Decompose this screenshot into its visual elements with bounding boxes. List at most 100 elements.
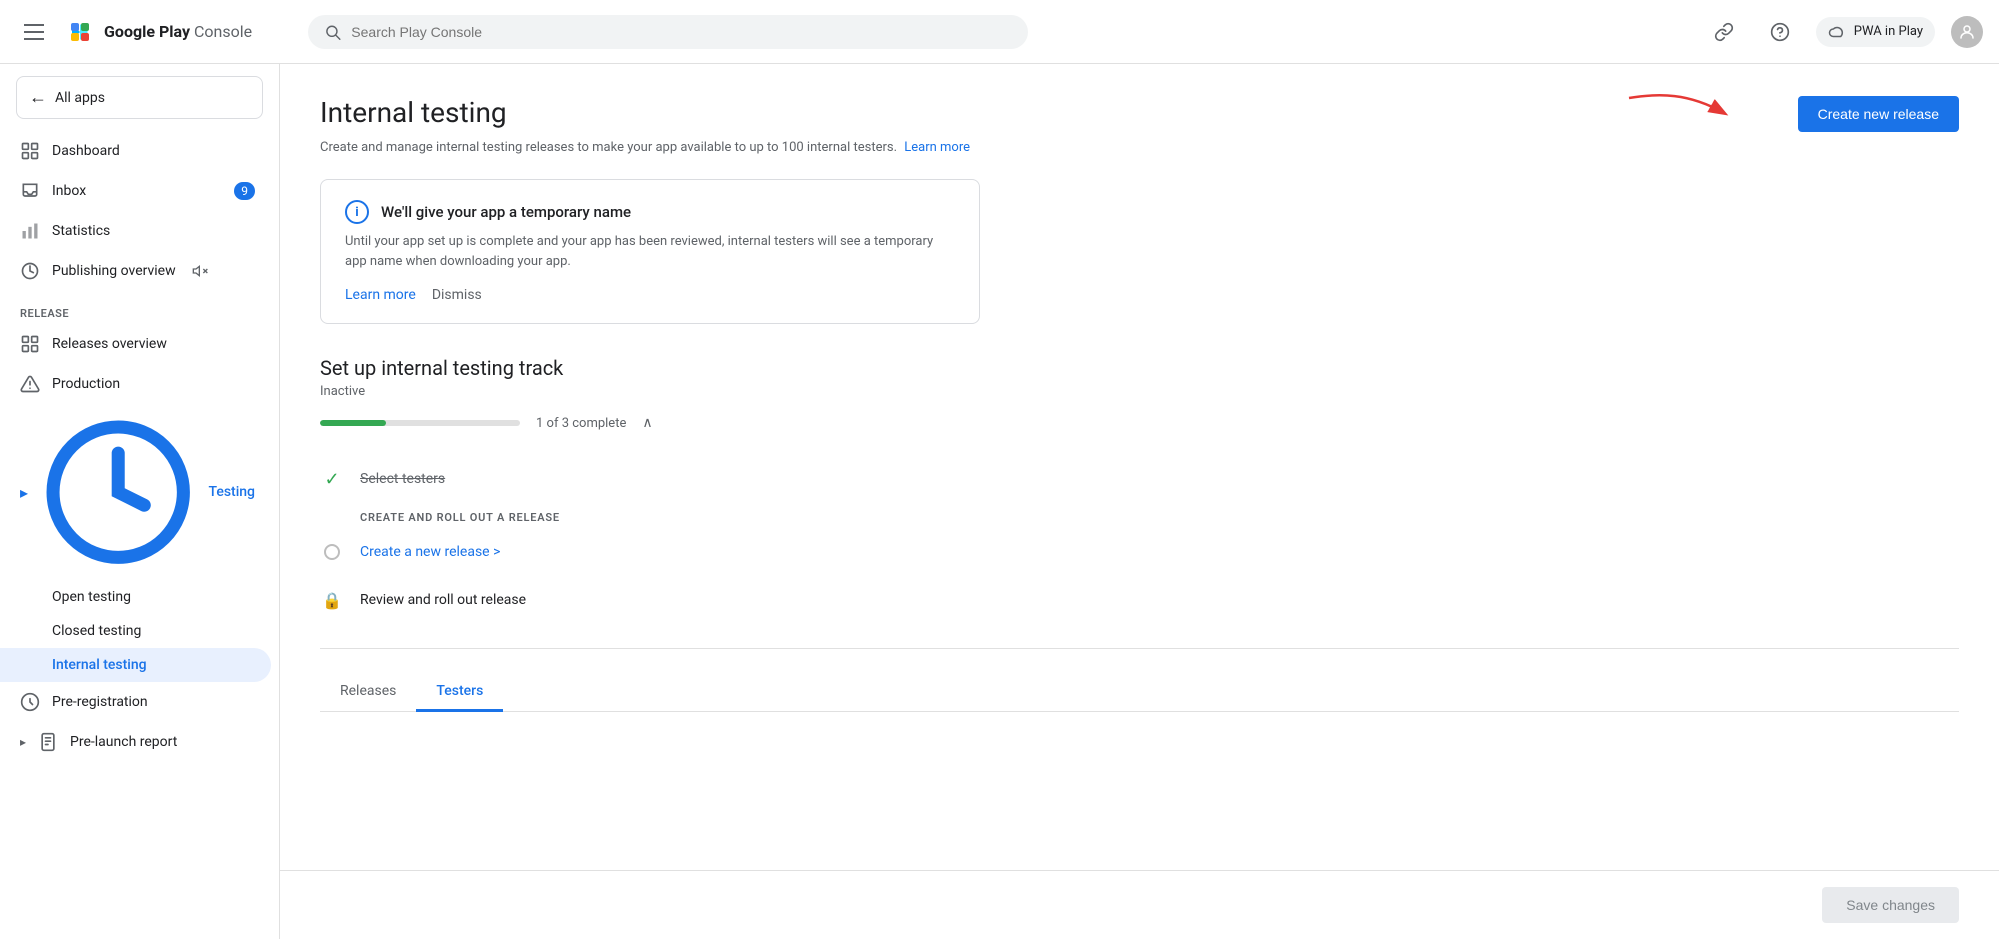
statistics-label: Statistics bbox=[52, 223, 110, 239]
app-name-label: PWA in Play bbox=[1854, 24, 1923, 39]
tab-testers[interactable]: Testers bbox=[416, 673, 503, 712]
pre-launch-label: Pre-launch report bbox=[70, 734, 177, 750]
dashboard-label: Dashboard bbox=[52, 143, 120, 159]
back-arrow-icon: ← bbox=[29, 87, 47, 108]
testing-expand-icon: ▸ bbox=[20, 483, 28, 502]
all-apps-button[interactable]: ← All apps bbox=[16, 76, 263, 119]
link-button[interactable] bbox=[1704, 12, 1744, 52]
menu-button[interactable] bbox=[16, 16, 52, 48]
closed-testing-label: Closed testing bbox=[52, 623, 141, 639]
production-label: Production bbox=[52, 376, 120, 392]
search-bar[interactable] bbox=[308, 15, 1028, 49]
tab-releases[interactable]: Releases bbox=[320, 673, 416, 712]
topbar-right: PWA in Play bbox=[1704, 12, 1983, 52]
logo-icon bbox=[64, 16, 96, 48]
statistics-icon bbox=[20, 221, 40, 241]
publishing-label: Publishing overview bbox=[52, 263, 176, 279]
logo-text: Google Play Console bbox=[104, 22, 252, 41]
inbox-badge: 9 bbox=[234, 182, 255, 200]
tabs: Releases Testers bbox=[320, 673, 1959, 712]
steps: ✓ Select testers Create and roll out a r… bbox=[320, 455, 1959, 624]
layout: ← All apps Dashboard Inbox 9 bbox=[0, 64, 1999, 939]
main-content: Internal testing Create new release Crea… bbox=[280, 64, 1999, 939]
info-circle-icon: i bbox=[345, 200, 369, 224]
step-circle-icon bbox=[320, 540, 344, 564]
info-box: i We'll give your app a temporary name U… bbox=[320, 179, 980, 324]
info-box-description: Until your app set up is complete and yo… bbox=[345, 232, 955, 271]
info-dismiss-button[interactable]: Dismiss bbox=[432, 287, 482, 303]
sidebar-item-statistics[interactable]: Statistics bbox=[0, 211, 271, 251]
sidebar-item-open-testing[interactable]: Open testing bbox=[0, 580, 271, 614]
pre-launch-expand-icon: ▸ bbox=[20, 735, 26, 749]
releases-overview-label: Releases overview bbox=[52, 336, 167, 352]
create-roll-section-label: Create and roll out a release bbox=[360, 511, 1959, 524]
link-icon bbox=[1714, 22, 1734, 42]
sidebar-item-releases-overview[interactable]: Releases overview bbox=[0, 324, 271, 364]
info-box-actions: Learn more Dismiss bbox=[345, 287, 955, 303]
setup-status: Inactive bbox=[320, 384, 1959, 399]
info-learn-more-link[interactable]: Learn more bbox=[345, 287, 416, 303]
step-lock-icon: 🔒 bbox=[320, 588, 344, 612]
progress-area: 1 of 3 complete ∧ bbox=[320, 415, 1959, 431]
help-button[interactable] bbox=[1760, 12, 1800, 52]
cloud-icon bbox=[1828, 23, 1846, 41]
testing-label: Testing bbox=[208, 484, 255, 500]
progress-text: 1 of 3 complete bbox=[536, 416, 626, 431]
sidebar-item-pre-registration[interactable]: Pre-registration bbox=[0, 682, 271, 722]
mute-icon bbox=[192, 263, 208, 279]
pre-registration-icon bbox=[20, 692, 40, 712]
production-icon bbox=[20, 374, 40, 394]
create-new-release-link[interactable]: Create a new release > bbox=[360, 544, 500, 560]
learn-more-link[interactable]: Learn more bbox=[904, 140, 970, 155]
user-chip[interactable]: PWA in Play bbox=[1816, 17, 1935, 47]
pre-registration-label: Pre-registration bbox=[52, 694, 148, 710]
publishing-icon bbox=[20, 261, 40, 281]
open-testing-label: Open testing bbox=[52, 589, 131, 605]
sidebar-item-internal-testing[interactable]: Internal testing bbox=[0, 648, 271, 682]
testing-icon bbox=[40, 414, 196, 570]
sidebar-item-production[interactable]: Production bbox=[0, 364, 271, 404]
step-review-rollout-label: Review and roll out release bbox=[360, 592, 526, 608]
sidebar-item-publishing[interactable]: Publishing overview bbox=[0, 251, 271, 291]
step-create-release-label: Create a new release > bbox=[360, 544, 500, 560]
arrow-annotation bbox=[1619, 88, 1739, 138]
sidebar-item-closed-testing[interactable]: Closed testing bbox=[0, 614, 271, 648]
divider bbox=[320, 648, 1959, 649]
progress-chevron-icon[interactable]: ∧ bbox=[642, 415, 652, 431]
step-select-testers: ✓ Select testers bbox=[320, 455, 1959, 503]
release-section-label: Release bbox=[0, 291, 279, 324]
sidebar-item-inbox[interactable]: Inbox 9 bbox=[0, 171, 271, 211]
sidebar-item-dashboard[interactable]: Dashboard bbox=[0, 131, 271, 171]
internal-testing-label: Internal testing bbox=[52, 657, 147, 673]
inbox-icon bbox=[20, 181, 40, 201]
sidebar-item-pre-launch[interactable]: ▸ Pre-launch report bbox=[0, 722, 271, 762]
setup-title: Set up internal testing track bbox=[320, 356, 1959, 380]
logo-area: Google Play Console bbox=[64, 16, 252, 48]
save-changes-button[interactable]: Save changes bbox=[1822, 887, 1959, 923]
dashboard-icon bbox=[20, 141, 40, 161]
info-box-title: We'll give your app a temporary name bbox=[381, 203, 631, 221]
sidebar-item-testing[interactable]: ▸ Testing bbox=[0, 404, 271, 580]
progress-bar-fill bbox=[320, 420, 386, 426]
footer-bar: Save changes bbox=[280, 870, 1999, 939]
avatar[interactable] bbox=[1951, 16, 1983, 48]
releases-icon bbox=[20, 334, 40, 354]
inbox-label: Inbox bbox=[52, 183, 86, 199]
search-icon bbox=[324, 23, 341, 41]
header-actions: Create new release bbox=[1798, 96, 1959, 132]
info-box-header: i We'll give your app a temporary name bbox=[345, 200, 955, 224]
create-release-button[interactable]: Create new release bbox=[1798, 96, 1959, 132]
help-icon bbox=[1770, 22, 1790, 42]
sidebar: ← All apps Dashboard Inbox 9 bbox=[0, 64, 280, 939]
topbar: Google Play Console bbox=[0, 0, 1999, 64]
topbar-left: Google Play Console bbox=[16, 16, 296, 48]
search-input[interactable] bbox=[351, 24, 1012, 40]
user-icon bbox=[1958, 23, 1976, 41]
pre-launch-icon bbox=[38, 732, 58, 752]
step-create-release: Create a new release > bbox=[320, 528, 1959, 576]
step-review-rollout: 🔒 Review and roll out release bbox=[320, 576, 1959, 624]
step-check-icon: ✓ bbox=[320, 467, 344, 491]
all-apps-label: All apps bbox=[55, 90, 105, 106]
page-header: Internal testing Create new release bbox=[320, 96, 1959, 132]
page-subtitle: Create and manage internal testing relea… bbox=[320, 140, 1959, 155]
